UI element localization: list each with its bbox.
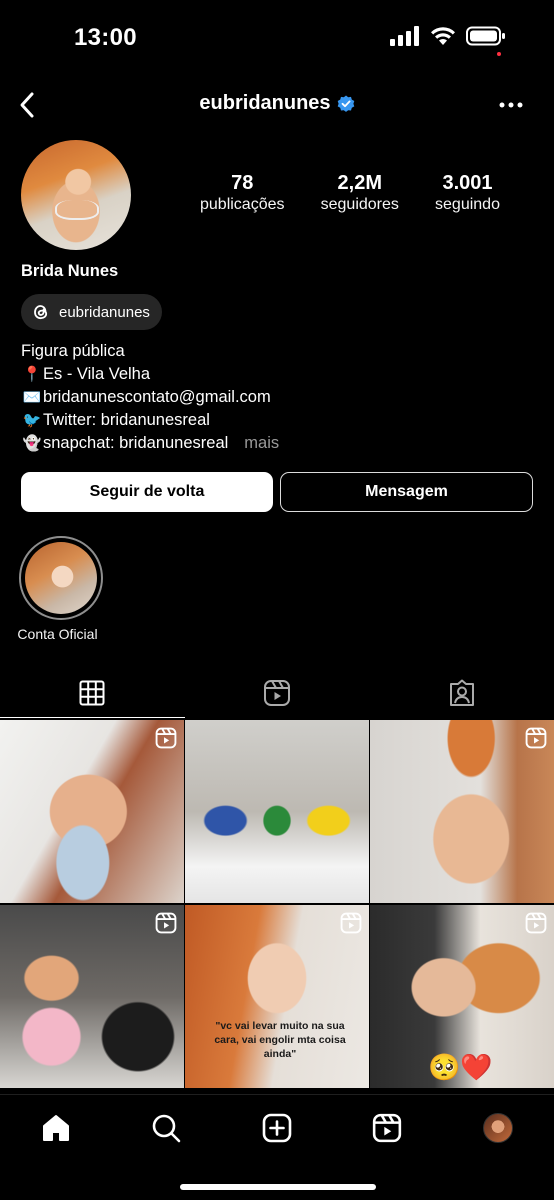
threads-icon [34,305,48,320]
notification-dot [497,52,501,56]
tab-reels[interactable] [185,668,370,718]
pin-icon: 📍 [22,366,42,383]
stat-following-label: seguindo [435,196,500,213]
bio-category: Figura pública [21,342,125,360]
highlight-ring [18,536,103,620]
header-username: eubridanunes [199,92,331,114]
stat-posts-label: publicações [200,196,285,213]
battery-icon [466,26,505,46]
envelope-icon: ✉️ [22,389,42,406]
reels-icon [372,1113,402,1143]
profile-avatar[interactable] [21,140,131,250]
home-indicator [180,1184,376,1190]
message-button[interactable]: Mensagem [280,472,533,512]
bio-twitter: 🐦 Twitter: bridanunesreal [21,409,541,432]
posts-grid: "vc vai levar muito na sua cara, vai eng… [0,720,554,1088]
status-time: 13:00 [74,24,137,51]
wifi-icon [431,27,455,45]
bird-icon: 🐦 [22,412,42,429]
stat-following[interactable]: 3.001 seguindo [435,172,500,216]
reel-badge-icon [155,727,177,749]
profile-avatar-icon [483,1113,513,1143]
bio-email: ✉️ bridanunescontato@gmail.com [21,386,541,409]
nav-home[interactable] [36,1111,76,1145]
grid-icon [79,680,105,706]
reel-badge-icon [155,912,177,934]
bio-email-text[interactable]: bridanunescontato@gmail.com [43,388,271,406]
post-thumbnail-5[interactable]: "vc vai levar muito na sua cara, vai eng… [185,905,369,1088]
stat-followers-label: seguidores [320,196,399,213]
threads-handle: eubridanunes [59,303,150,321]
status-bar: 13:00 [0,0,554,76]
status-icons [390,26,506,46]
tab-posts[interactable] [0,668,185,718]
reels-icon [264,680,290,706]
bio-snapchat: 👻 snapchat: bridanunesreal mais [21,432,541,455]
create-icon [262,1113,292,1143]
stat-followers[interactable]: 2,2M seguidores [321,172,399,216]
post-caption-overlay: "vc vai levar muito na sua cara, vai eng… [214,1020,346,1060]
tagged-icon [449,679,474,706]
more-icon [499,102,523,108]
nav-profile[interactable] [478,1111,518,1145]
highlight-label: Conta Oficial [17,626,98,642]
post-thumbnail-4[interactable] [0,905,184,1088]
tab-tagged[interactable] [369,668,554,718]
reel-badge-icon [340,912,362,934]
nav-search[interactable] [146,1111,186,1145]
home-icon [43,1115,69,1141]
stat-posts-value: 78 [231,172,254,194]
bio-location-text: Es - Vila Velha [43,365,151,383]
stat-followers-value: 2,2M [337,172,382,194]
post-thumbnail-6[interactable]: 🥺❤️ [370,905,554,1088]
post-emoji-overlay: 🥺❤️ [428,1052,493,1082]
post-thumbnail-2[interactable] [185,720,369,903]
ghost-icon: 👻 [22,435,42,452]
bio-twitter-text: Twitter: bridanunesreal [43,411,210,429]
bio-snapchat-text: snapchat: bridanunesreal [43,434,229,452]
reel-badge-icon [525,727,547,749]
more-options-button[interactable] [496,92,526,118]
post-thumbnail-1[interactable] [0,720,184,903]
stat-posts[interactable]: 78 publicações [200,172,285,216]
nav-reels[interactable] [367,1111,407,1145]
search-icon [152,1114,181,1143]
profile-tabs [0,668,554,718]
post-thumbnail-3[interactable] [370,720,554,903]
profile-header: eubridanunes [0,84,554,128]
profile-stats: 78 publicações 2,2M seguidores 3.001 seg… [200,172,500,216]
follow-back-button[interactable]: Seguir de volta [21,472,273,512]
verified-badge-icon [337,95,354,112]
nav-create[interactable] [257,1111,297,1145]
threads-link[interactable]: eubridanunes [21,294,162,330]
stat-following-value: 3.001 [442,172,493,194]
signal-icon [390,26,419,46]
reel-badge-icon [525,912,547,934]
username-wrap: eubridanunes [0,92,554,115]
bio: Figura pública 📍 Es - Vila Velha ✉️ bridan… [21,340,541,455]
bio-more-link[interactable]: mais [244,434,279,452]
highlight-cover [24,542,97,614]
story-highlight[interactable]: Conta Oficial [13,536,108,642]
display-name: Brida Nunes [21,262,119,280]
bio-location: 📍 Es - Vila Velha [21,363,541,386]
